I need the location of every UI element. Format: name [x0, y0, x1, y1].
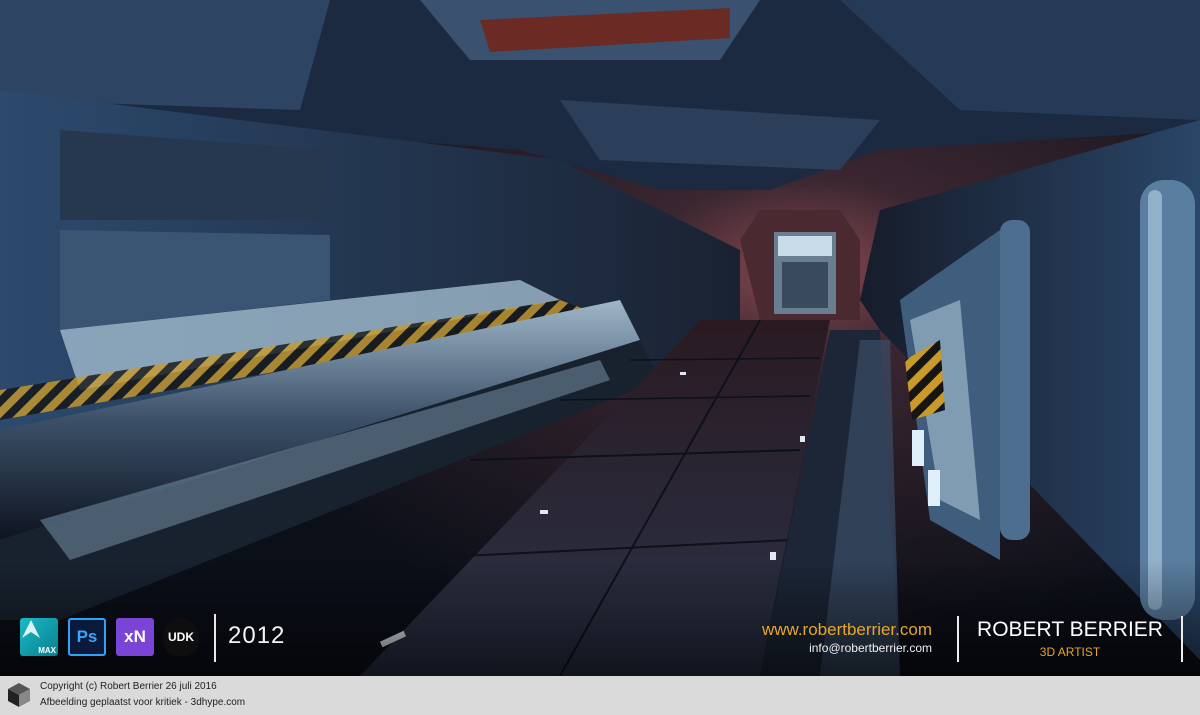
xnormal-icon-label: xN — [124, 627, 146, 646]
year-label: 2012 — [228, 622, 286, 649]
corridor-illustration — [0, 0, 1200, 676]
3ds-max-icon: MAX — [20, 618, 58, 656]
name-divider-left — [957, 616, 959, 662]
3dhype-cube-icon — [8, 683, 30, 707]
posted-for-critique-text: Afbeelding geplaatst voor kritiek - 3dhy… — [40, 697, 246, 708]
website-link[interactable]: www.robertberrier.com — [762, 620, 932, 640]
artwork-page: MAX Ps xN UDK 2012 www.robertberrier.com… — [0, 0, 1200, 715]
3ds-max-icon-label: MAX — [38, 646, 56, 655]
email-link[interactable]: info@robertberrier.com — [809, 641, 932, 655]
xnormal-icon: xN — [116, 618, 154, 656]
copyright-text: Copyright (c) Robert Berrier 26 juli 201… — [40, 681, 217, 692]
udk-icon-label: UDK — [168, 630, 194, 644]
udk-icon: UDK — [163, 618, 199, 656]
3ds-max-logo-mark — [22, 620, 40, 638]
artist-name: ROBERT BERRIER — [977, 618, 1163, 641]
image-footer: Copyright (c) Robert Berrier 26 juli 201… — [0, 676, 1200, 715]
artist-role: 3D ARTIST — [1039, 645, 1101, 659]
sci-fi-corridor-render: MAX Ps xN UDK 2012 www.robertberrier.com… — [0, 0, 1200, 676]
year-divider — [214, 614, 216, 662]
photoshop-icon: Ps — [68, 618, 106, 656]
name-divider-right — [1181, 616, 1183, 662]
photoshop-icon-label: Ps — [76, 627, 98, 646]
